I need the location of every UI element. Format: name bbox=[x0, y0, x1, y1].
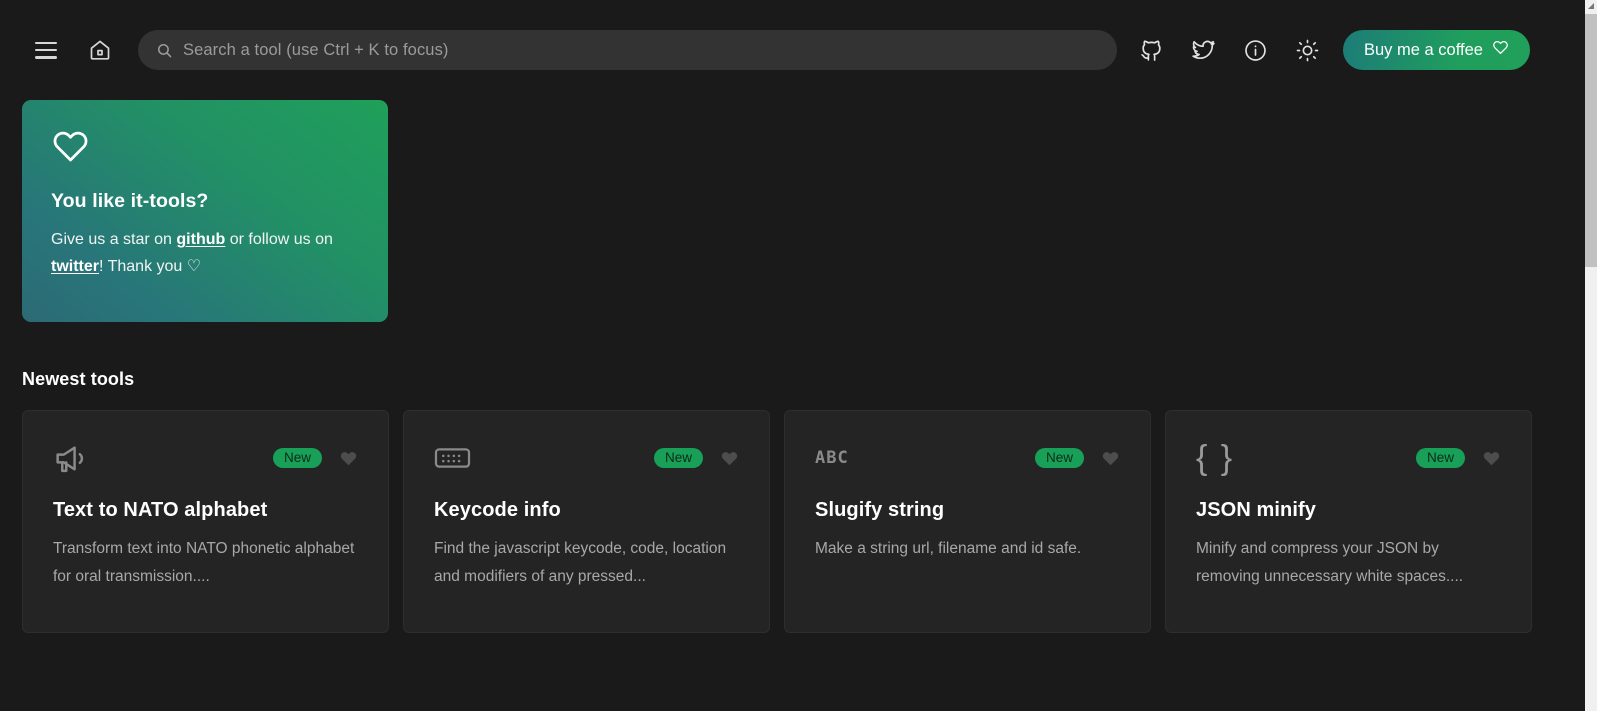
heart-outline-icon bbox=[1492, 39, 1509, 61]
heart-glyph-icon: ♡ bbox=[186, 258, 202, 275]
status-badge-new: New bbox=[653, 447, 703, 469]
card-header: New bbox=[434, 439, 739, 477]
hamburger-menu-icon[interactable] bbox=[26, 30, 66, 70]
search-placeholder: Search a tool (use Ctrl + K to focus) bbox=[183, 40, 449, 59]
card-header: New bbox=[53, 439, 358, 477]
home-icon[interactable] bbox=[80, 30, 120, 70]
heart-outline-icon bbox=[51, 127, 359, 171]
section-title-newest-tools: Newest tools bbox=[22, 369, 135, 389]
browser-viewport: Search a tool (use Ctrl + K to focus) Bu… bbox=[0, 0, 1597, 711]
github-link[interactable]: github bbox=[176, 231, 225, 248]
megaphone-icon bbox=[53, 440, 90, 477]
tool-card-json-minify[interactable]: { } New JSON minify Minify and compress … bbox=[1165, 410, 1532, 633]
search-icon bbox=[156, 42, 173, 59]
main-content: You like it-tools? Give us a star on git… bbox=[0, 100, 1585, 633]
card-title: Text to NATO alphabet bbox=[53, 499, 268, 521]
header-icon-group bbox=[1131, 30, 1327, 70]
github-icon[interactable] bbox=[1131, 30, 1171, 70]
card-title: JSON minify bbox=[1196, 499, 1317, 521]
twitter-icon[interactable] bbox=[1183, 30, 1223, 70]
card-title: Keycode info bbox=[434, 499, 561, 521]
card-description: Find the javascript keycode, code, locat… bbox=[434, 540, 727, 585]
tool-card-keycode-info[interactable]: New Keycode info Find the javascript key… bbox=[403, 410, 770, 633]
status-badge-new: New bbox=[272, 447, 322, 469]
scrollbar-thumb[interactable] bbox=[1585, 14, 1597, 267]
promo-title: You like it-tools? bbox=[51, 190, 209, 212]
curly-braces-icon: { } bbox=[1196, 439, 1235, 477]
promo-description: Give us a star on github or follow us on… bbox=[51, 226, 359, 280]
sun-icon[interactable] bbox=[1287, 30, 1327, 70]
coffee-button-label: Buy me a coffee bbox=[1364, 40, 1483, 59]
tool-card-text-to-nato-alphabet[interactable]: New Text to NATO alphabet Transform text… bbox=[22, 410, 389, 633]
heart-filled-icon[interactable] bbox=[339, 449, 358, 468]
card-description: Transform text into NATO phonetic alphab… bbox=[53, 540, 355, 585]
promo-card: You like it-tools? Give us a star on git… bbox=[22, 100, 388, 322]
keyboard-icon bbox=[434, 443, 471, 473]
tool-card-slugify-string[interactable]: ABC New Slugify string Make a string url… bbox=[784, 410, 1151, 633]
info-circle-icon[interactable] bbox=[1235, 30, 1275, 70]
twitter-link[interactable]: twitter bbox=[51, 258, 99, 275]
promo-text-2: or follow us on bbox=[225, 231, 333, 248]
card-actions: New bbox=[1034, 447, 1120, 469]
search-input[interactable]: Search a tool (use Ctrl + K to focus) bbox=[138, 30, 1117, 70]
promo-text-1: Give us a star on bbox=[51, 231, 177, 248]
abc-text-icon: ABC bbox=[815, 448, 849, 468]
newest-tools-grid: New Text to NATO alphabet Transform text… bbox=[22, 410, 1563, 633]
heart-filled-icon[interactable] bbox=[1482, 449, 1501, 468]
status-badge-new: New bbox=[1415, 447, 1465, 469]
card-description: Make a string url, filename and id safe. bbox=[815, 540, 1082, 557]
promo-text-3: ! Thank you bbox=[99, 258, 187, 275]
card-description: Minify and compress your JSON by removin… bbox=[1196, 540, 1464, 585]
status-badge-new: New bbox=[1034, 447, 1084, 469]
heart-filled-icon[interactable] bbox=[1101, 449, 1120, 468]
card-header: { } New bbox=[1196, 439, 1501, 477]
scroll-up-arrow-icon[interactable] bbox=[1587, 2, 1595, 10]
card-actions: New bbox=[1415, 447, 1501, 469]
app-page: Search a tool (use Ctrl + K to focus) Bu… bbox=[0, 0, 1585, 711]
card-header: ABC New bbox=[815, 439, 1120, 477]
heart-filled-icon[interactable] bbox=[720, 449, 739, 468]
app-header: Search a tool (use Ctrl + K to focus) Bu… bbox=[0, 0, 1585, 100]
card-actions: New bbox=[653, 447, 739, 469]
card-title: Slugify string bbox=[815, 499, 945, 521]
card-actions: New bbox=[272, 447, 358, 469]
buy-me-a-coffee-button[interactable]: Buy me a coffee bbox=[1343, 30, 1530, 70]
vertical-scrollbar[interactable] bbox=[1585, 0, 1597, 711]
